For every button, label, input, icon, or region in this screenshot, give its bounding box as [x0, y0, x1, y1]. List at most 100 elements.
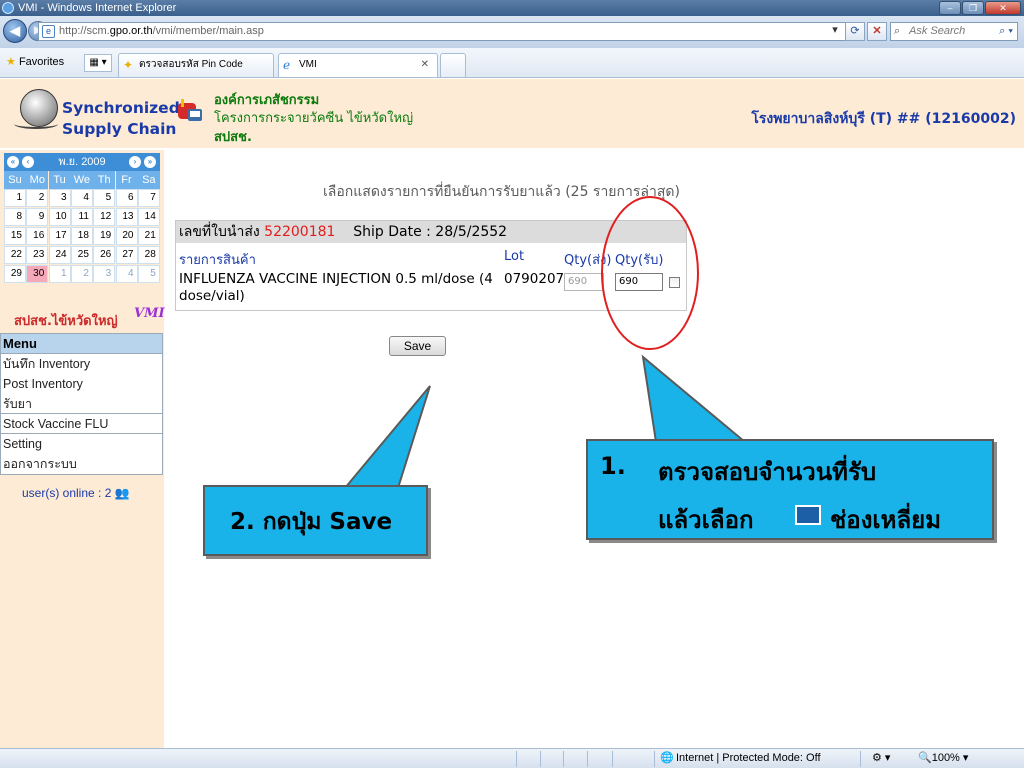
qty-received-input[interactable]: 690 — [615, 273, 663, 291]
quick-tabs-icon[interactable]: ▦ ▾ — [84, 54, 112, 72]
calendar-day[interactable]: 5 — [93, 189, 116, 207]
save-button[interactable]: Save — [389, 336, 446, 356]
window-titlebar: VMI - Windows Internet Explorer — [0, 0, 1024, 16]
calendar-day[interactable]: 7 — [137, 189, 160, 207]
calendar-day[interactable]: 13 — [115, 208, 138, 226]
callout-check-qty-line1: ตรวจสอบจำนวนที่รับ — [658, 458, 877, 486]
calendar-day[interactable]: 1 — [4, 189, 26, 207]
calendar-day[interactable]: 20 — [115, 227, 138, 245]
calendar-next-year-icon[interactable]: » — [144, 156, 156, 168]
menu-item-stock-vaccine[interactable]: Stock Vaccine FLU — [1, 414, 162, 434]
calendar-day[interactable]: 5 — [137, 265, 160, 283]
tab-favicon-star-icon: ✦ — [123, 58, 134, 72]
callout-check-qty-line2a: แล้วเลือก — [658, 506, 754, 534]
calendar-day[interactable]: 3 — [93, 265, 116, 283]
status-divider — [516, 751, 517, 767]
new-tab-button[interactable] — [440, 53, 466, 77]
site-header: Synchronized Supply Chain องค์การเภสัชกร… — [0, 79, 1024, 148]
search-input[interactable]: ⌕ Ask Search ⌕ ▾ — [890, 22, 1018, 41]
calendar-day[interactable]: 22 — [4, 246, 26, 264]
calendar-prev-month-icon[interactable]: ‹ — [22, 156, 34, 168]
confirm-receipt-checkbox[interactable] — [669, 277, 680, 288]
calendar-day[interactable]: 16 — [26, 227, 49, 245]
ie-app-icon — [2, 2, 14, 14]
calendar-day[interactable]: 2 — [26, 189, 49, 207]
calendar-day[interactable]: 4 — [115, 265, 138, 283]
calendar-day[interactable]: 10 — [48, 208, 71, 226]
search-icon: ⌕ — [894, 25, 901, 37]
callout-check-qty-line2b: ช่องเหลี่ยม — [830, 506, 942, 534]
menu-item-setting[interactable]: Setting — [1, 434, 162, 454]
zoom-control[interactable]: 🔍100% ▾ — [918, 749, 968, 768]
calendar-day[interactable]: 30 — [26, 265, 49, 283]
shipment-bar: เลขที่ใบนำส่ง 52200181 Ship Date : 28/5/… — [176, 221, 686, 243]
users-icon: 👥 — [114, 486, 130, 500]
calendar-day[interactable]: 18 — [70, 227, 93, 245]
calendar-day[interactable]: 25 — [70, 246, 93, 264]
calendar-day[interactable]: 3 — [48, 189, 71, 207]
security-zone: Internet | Protected Mode: Off — [676, 752, 821, 764]
menu-item-post-inventory[interactable]: Post Inventory — [1, 374, 162, 394]
calendar-day[interactable]: 4 — [70, 189, 93, 207]
calendar-prev-year-icon[interactable]: « — [7, 156, 19, 168]
address-input[interactable]: e http://scm.gpo.or.th/vmi/member/main.a… — [38, 22, 860, 41]
vmi-logo: VMI — [134, 306, 165, 321]
calendar-day[interactable]: 6 — [115, 189, 138, 207]
calendar-day[interactable]: 28 — [137, 246, 160, 264]
calendar-day[interactable]: 26 — [93, 246, 116, 264]
column-header-lot: Lot — [504, 249, 525, 264]
menu-item-receive-drugs[interactable]: รับยา — [1, 394, 162, 414]
calendar-day[interactable]: 29 — [4, 265, 26, 283]
ship-date: Ship Date : 28/5/2552 — [353, 224, 508, 240]
calendar-next-month-icon[interactable]: › — [129, 156, 141, 168]
calendar-day[interactable]: 8 — [4, 208, 26, 226]
status-divider — [540, 751, 541, 767]
calendar-day[interactable]: 21 — [137, 227, 160, 245]
checkbox-illustration-icon — [795, 505, 821, 525]
close-tab-icon[interactable]: ✕ — [421, 54, 429, 76]
callout-step-number: 1. — [600, 452, 626, 480]
calendar-day[interactable]: 15 — [4, 227, 26, 245]
product-name: INFLUENZA VACCINE INJECTION 0.5 ml/dose … — [179, 271, 493, 304]
calendar-day[interactable]: 14 — [137, 208, 160, 226]
hospital-name: โรงพยาบาลสิงห์บุรี (T) ## (12160002) — [751, 111, 1016, 127]
mailbox-icon — [178, 99, 202, 121]
favorites-button[interactable]: ★ Favorites — [6, 55, 64, 68]
sidebar: « ‹ พ.ย. 2009 › » Su Mo Tu We Th Fr Sa 1 2 3 4 5 6 7 8… — [0, 150, 165, 748]
calendar-day[interactable]: 12 — [93, 208, 116, 226]
maximize-button[interactable]: ❐ — [962, 1, 984, 15]
org-project: โครงการกระจายวัคซีน ไข้หวัดใหญ่ — [214, 111, 414, 126]
back-button[interactable]: ◀ — [3, 19, 27, 43]
lot-number: 0790207 — [504, 271, 565, 287]
column-header-qty-received: Qty(รับ) — [615, 253, 664, 268]
calendar-day[interactable]: 27 — [115, 246, 138, 264]
calendar-day[interactable]: 17 — [48, 227, 71, 245]
zoom-level: 100% — [931, 752, 960, 764]
tab-favicon-ie-icon: ℯ — [283, 58, 291, 72]
close-window-button[interactable]: ✕ — [985, 1, 1021, 15]
search-go-icon[interactable]: ⌕ ▾ — [999, 23, 1013, 40]
menu-item-logout[interactable]: ออกจากระบบ — [1, 454, 162, 474]
minimize-button[interactable]: – — [939, 1, 961, 15]
calendar-day[interactable]: 19 — [93, 227, 116, 245]
online-users: user(s) online : 2 👥 — [22, 486, 130, 500]
callout-save-text: 2. กดปุ่ม Save — [230, 509, 393, 535]
calendar-day[interactable]: 1 — [48, 265, 71, 283]
calendar-day[interactable]: 11 — [70, 208, 93, 226]
status-divider — [587, 751, 588, 767]
calendar-day[interactable]: 2 — [70, 265, 93, 283]
calendar-day[interactable]: 9 — [26, 208, 49, 226]
refresh-icon[interactable]: ⟳ — [845, 22, 865, 41]
tab-pin-code[interactable]: ✦ ตรวจสอบรหัส Pin Code — [118, 53, 274, 77]
calendar-day[interactable]: 24 — [48, 246, 71, 264]
calendar-day[interactable]: 23 — [26, 246, 49, 264]
calendar-dow-we: We — [70, 171, 93, 189]
tab-vmi[interactable]: ℯ VMI ✕ — [278, 53, 438, 77]
address-dropdown-icon[interactable]: ▾ — [827, 22, 843, 41]
menu-item-record-inventory[interactable]: บันทึก Inventory — [1, 354, 162, 374]
protected-mode-icon[interactable]: ⚙ ▾ — [872, 749, 890, 768]
column-header-item: รายการสินค้า — [179, 253, 256, 268]
status-divider — [654, 751, 655, 767]
stop-icon[interactable]: ✕ — [867, 22, 887, 41]
calendar-dow-th: Th — [93, 171, 116, 189]
